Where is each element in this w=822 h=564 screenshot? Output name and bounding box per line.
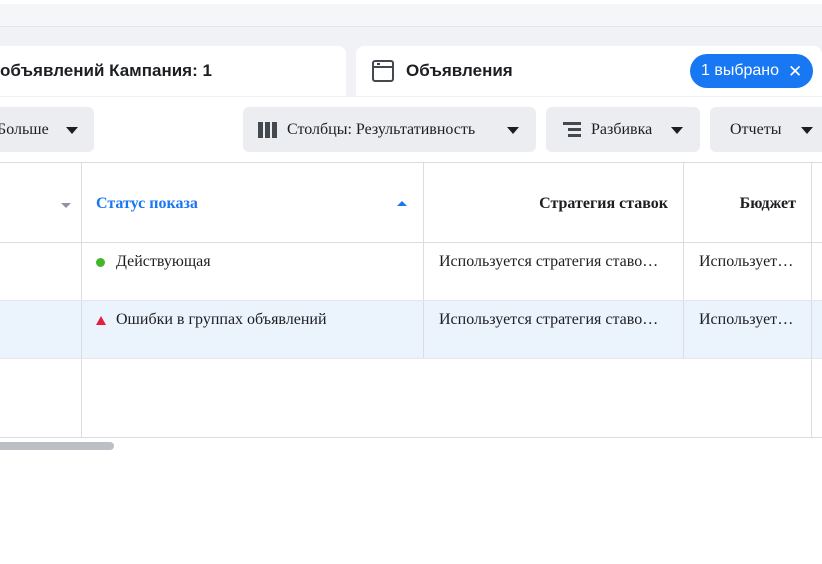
- top-strip: [0, 0, 822, 4]
- column-header-name[interactable]: [0, 163, 82, 242]
- breakdown-label: Разбивка: [591, 120, 653, 138]
- columns-label: Столбцы: Результативность: [287, 120, 476, 138]
- row-bid-strategy-cell: Используется стратегия ставок группы объ…: [424, 301, 684, 358]
- more-button[interactable]: Больше: [0, 107, 94, 152]
- more-label: Больше: [0, 120, 49, 138]
- selected-count-pill[interactable]: 1 выбрано ✕: [690, 54, 813, 88]
- table-row[interactable]: Ошибки в группах объявлений Используется…: [0, 301, 822, 359]
- table-row[interactable]: Действующая Используется стратегия ставо…: [0, 243, 822, 301]
- ad-window-icon: [372, 60, 394, 82]
- reports-button[interactable]: Отчеты: [710, 107, 822, 152]
- row-bid-strategy-cell: Используется стратегия ставок группы объ…: [424, 243, 684, 300]
- level-tabs-row: объявлений Кампания: 1 Объявления 1 выбр…: [0, 27, 822, 98]
- breakdown-icon: [563, 121, 581, 138]
- caret-down-icon: [507, 127, 519, 134]
- caret-down-icon: [66, 127, 78, 134]
- toolbar: Больше Столбцы: Результативность Разбивк…: [0, 97, 822, 163]
- breakdown-button[interactable]: Разбивка: [546, 107, 700, 152]
- column-header-budget[interactable]: Бюджет: [684, 163, 812, 242]
- row-status-cell: Действующая: [82, 243, 424, 300]
- row-budget-cell: Используется бюджет группы объявлений: [684, 301, 812, 358]
- column-header-budget-label: Бюджет: [739, 195, 796, 212]
- green-dot-icon: [96, 258, 105, 267]
- row-next-cell: [812, 301, 822, 358]
- row-name-cell[interactable]: [0, 301, 82, 358]
- table-header: Статус показа Стратегия ставок Бюджет: [0, 163, 822, 243]
- column-header-bid-strategy[interactable]: Стратегия ставок: [424, 163, 684, 242]
- row-status-cell: Ошибки в группах объявлений: [82, 301, 424, 358]
- table-footer-row: [0, 359, 822, 438]
- tab-adsets-label: объявлений Кампания: 1: [0, 61, 212, 80]
- footer-cell: [82, 359, 424, 437]
- tab-ads[interactable]: Объявления 1 выбрано ✕: [356, 46, 822, 96]
- caret-down-icon: [671, 127, 683, 134]
- columns-icon: [258, 121, 277, 138]
- selected-count-label: 1 выбрано: [701, 62, 780, 79]
- row-status-text: Действующая: [116, 253, 211, 270]
- horizontal-scrollbar[interactable]: [0, 442, 114, 450]
- sort-up-icon[interactable]: [397, 201, 407, 206]
- tab-adsets[interactable]: объявлений Кампания: 1: [0, 46, 346, 96]
- warning-triangle-icon: [96, 316, 106, 325]
- reports-label: Отчеты: [730, 120, 782, 138]
- caret-down-icon: [801, 127, 813, 134]
- columns-button[interactable]: Столбцы: Результативность: [243, 107, 536, 152]
- sort-down-icon[interactable]: [61, 203, 71, 208]
- footer-cell: [684, 359, 812, 437]
- column-header-next: [812, 163, 822, 242]
- footer-cell: [0, 359, 82, 437]
- close-icon[interactable]: ✕: [788, 63, 802, 80]
- column-header-bid-strategy-label: Стратегия ставок: [539, 195, 668, 212]
- row-budget-cell: Используется бюджет группы объявлений: [684, 243, 812, 300]
- row-status-text: Ошибки в группах объявлений: [116, 311, 327, 328]
- row-next-cell: [812, 243, 822, 300]
- top-bar: [0, 0, 822, 27]
- tab-ads-label: Объявления: [406, 61, 513, 80]
- column-header-delivery-status-label: Статус показа: [96, 195, 198, 212]
- row-name-cell[interactable]: [0, 243, 82, 300]
- column-header-delivery-status[interactable]: Статус показа: [82, 163, 424, 242]
